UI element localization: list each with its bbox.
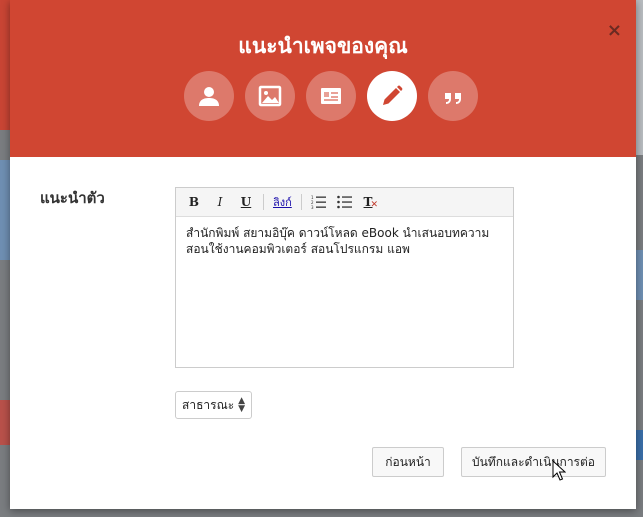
save-continue-button[interactable]: บันทึกและดำเนินการต่อ bbox=[461, 447, 606, 477]
editor-content[interactable]: สำนักพิมพ์ สยามอิบุ๊ค ดาวน์โหลด eBook นำ… bbox=[176, 217, 513, 265]
underline-button[interactable]: U bbox=[234, 191, 258, 213]
page-intro-dialog: แนะนำเพจของคุณ × แนะนำตัว B I U ลิงก์ 1 … bbox=[10, 0, 636, 509]
intro-label: แนะนำตัว bbox=[40, 189, 105, 207]
toolbar-divider bbox=[263, 194, 264, 210]
numbered-list-button[interactable]: 1 2 3 bbox=[307, 191, 331, 213]
editor-toolbar: B I U ลิงก์ 1 2 3 T ✕ bbox=[176, 188, 513, 217]
step-quote[interactable] bbox=[428, 71, 478, 121]
bullet-list-button[interactable] bbox=[333, 191, 357, 213]
user-icon bbox=[199, 87, 219, 106]
svg-text:3: 3 bbox=[311, 205, 314, 209]
up-down-arrow-icon: ▲ ▼ bbox=[238, 396, 246, 414]
image-icon bbox=[258, 85, 282, 107]
rich-text-editor[interactable]: B I U ลิงก์ 1 2 3 T ✕ สำนักพิมพ์ สยามอิบ… bbox=[175, 187, 514, 368]
bold-button[interactable]: B bbox=[182, 191, 206, 213]
clear-format-button[interactable]: T ✕ bbox=[359, 191, 383, 213]
dialog-header: แนะนำเพจของคุณ × bbox=[10, 0, 636, 157]
id-card-icon bbox=[321, 88, 341, 104]
italic-button[interactable]: I bbox=[208, 191, 232, 213]
toolbar-divider bbox=[300, 194, 302, 210]
back-button[interactable]: ก่อนหน้า bbox=[372, 447, 444, 477]
dialog-title: แนะนำเพจของคุณ bbox=[238, 34, 408, 58]
mouse-cursor-icon bbox=[552, 460, 566, 481]
privacy-select-value: สาธารณะ bbox=[182, 397, 235, 412]
step-info[interactable] bbox=[306, 71, 356, 121]
step-description[interactable] bbox=[367, 71, 417, 121]
close-button[interactable]: × bbox=[607, 20, 622, 41]
step-image[interactable] bbox=[245, 71, 295, 121]
privacy-select[interactable]: สาธารณะ ▲ ▼ bbox=[175, 391, 252, 419]
bullet-list-icon bbox=[336, 195, 352, 209]
step-profile[interactable] bbox=[184, 71, 234, 121]
link-button[interactable]: ลิงก์ bbox=[269, 191, 296, 213]
pencil-icon bbox=[383, 85, 403, 105]
quote-icon bbox=[445, 93, 461, 104]
clear-format-x-icon: ✕ bbox=[370, 200, 379, 210]
step-indicator bbox=[184, 71, 478, 121]
numbered-list-icon: 1 2 3 bbox=[311, 195, 326, 209]
